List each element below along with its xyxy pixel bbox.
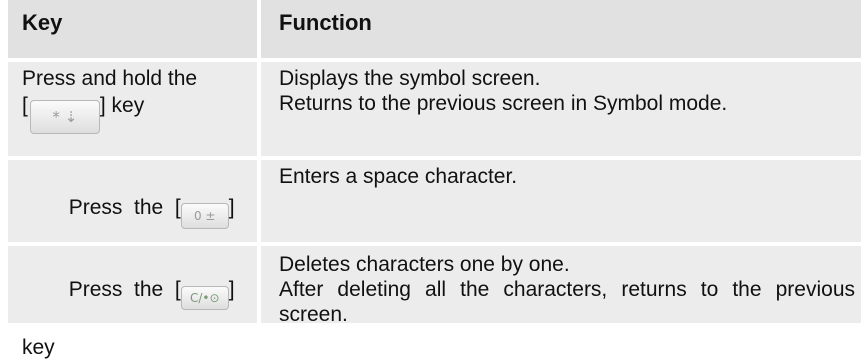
clear-key-icon: C/•⊙ xyxy=(180,286,229,310)
function-line: After deleting all the characters, retur… xyxy=(279,278,855,326)
table-header: Key Function xyxy=(8,0,861,58)
key-text-after: ] xyxy=(228,196,235,219)
function-line: Deletes characters one by one. xyxy=(279,253,570,276)
key-text-before: Press the [ xyxy=(68,196,181,219)
star-key-icon: * ⇣ xyxy=(29,100,100,134)
header-function: Function xyxy=(261,0,861,58)
table-row: Press the [0 ±] key Enters a space chara… xyxy=(8,160,861,278)
function-line: Displays the symbol screen. xyxy=(279,67,541,90)
table-row: Press and hold the [* ⇣] key Displays th… xyxy=(8,62,861,156)
table-row: Press the [C/•⊙] key Deletes characters … xyxy=(8,246,861,359)
zero-key-icon: 0 ± xyxy=(180,203,229,229)
key-text-after: ] key xyxy=(99,94,145,117)
key-cell: Press and hold the [* ⇣] key xyxy=(8,62,257,156)
header-key: Key xyxy=(8,0,257,58)
key-text-before: Press and hold the xyxy=(22,67,198,90)
key-text-last: key xyxy=(22,336,55,359)
key-cell: Press the [0 ±] key xyxy=(8,160,257,278)
key-text-before: Press the [ xyxy=(68,278,181,301)
function-line: Returns to the previous screen in Symbol… xyxy=(279,92,728,115)
function-line: Enters a space character. xyxy=(279,165,518,188)
function-cell: Enters a space character. xyxy=(261,160,861,242)
key-text-after: ] xyxy=(228,278,235,301)
key-function-table: Key Function Press and hold the [* ⇣] ke… xyxy=(0,0,861,359)
function-cell: Deletes characters one by one. After del… xyxy=(261,246,861,326)
bracket-open: [ xyxy=(22,94,28,117)
key-cell: Press the [C/•⊙] key xyxy=(8,246,257,359)
function-cell: Displays the symbol screen. Returns to t… xyxy=(261,62,861,156)
